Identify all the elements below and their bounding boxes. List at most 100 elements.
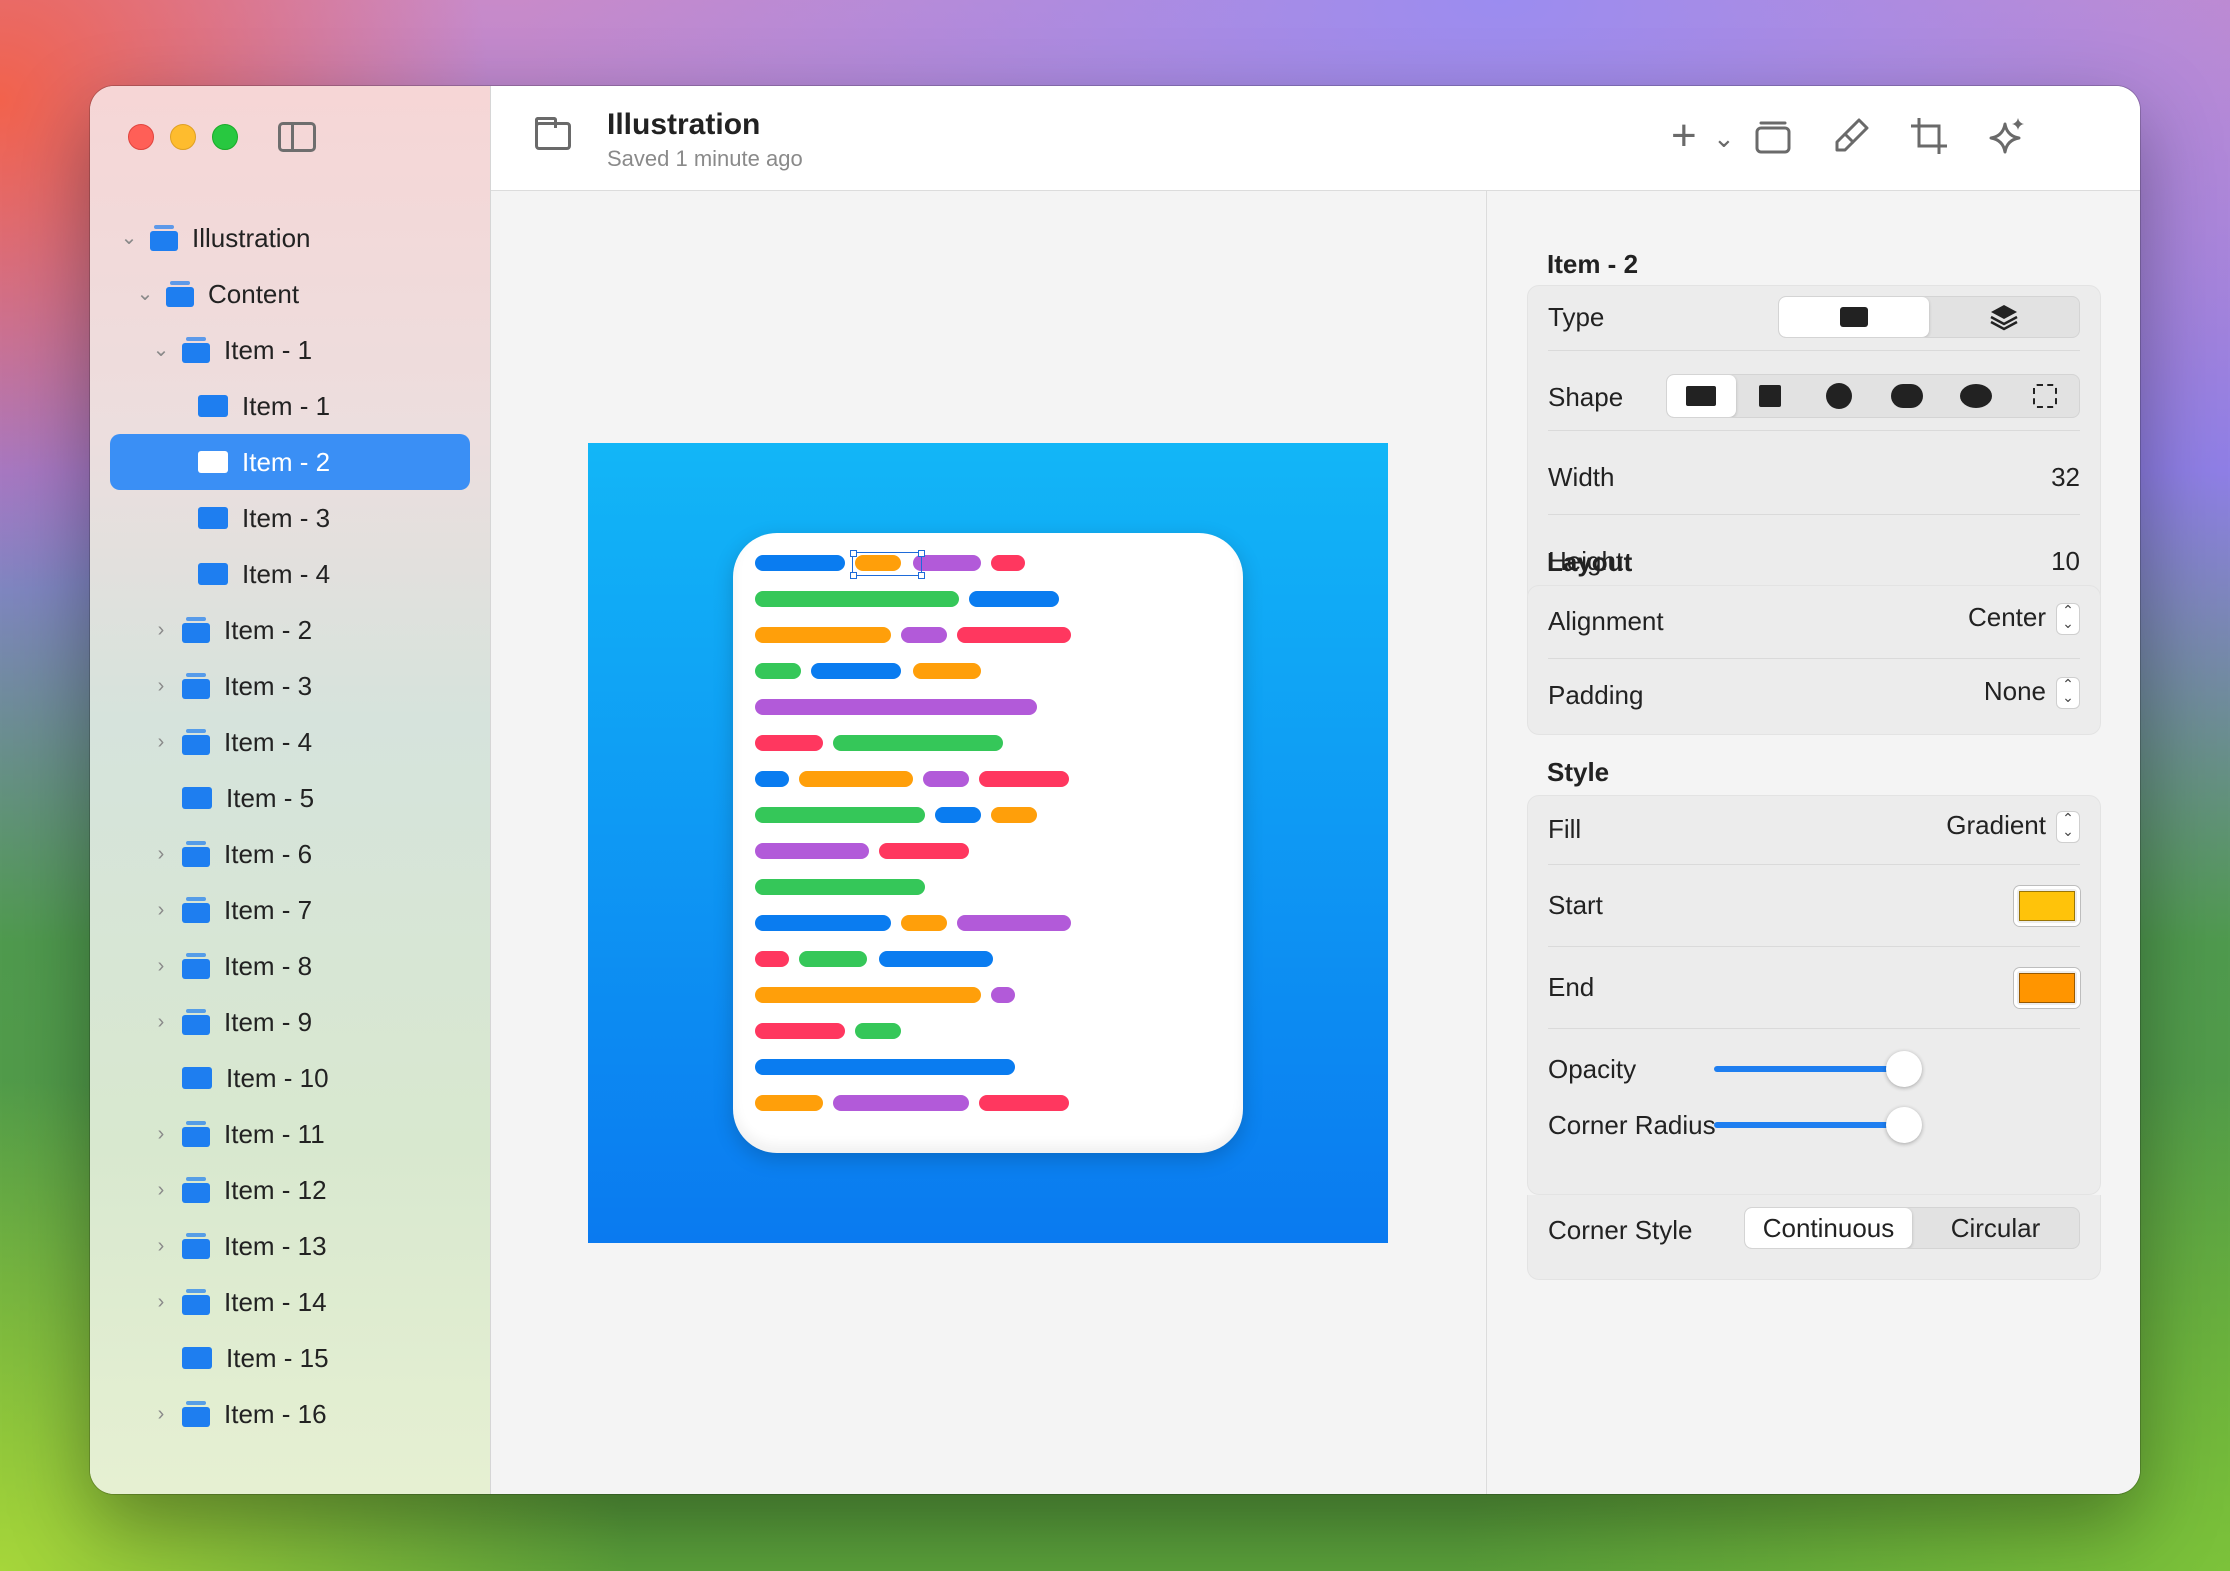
layer-row[interactable]: › Item - 13 — [110, 1218, 470, 1274]
layer-row[interactable]: › Item - 12 — [110, 1162, 470, 1218]
shape-capsule-option[interactable] — [1873, 375, 1942, 417]
resize-handle[interactable] — [850, 550, 857, 557]
layer-row[interactable]: › Item - 8 — [110, 938, 470, 994]
pill-shape[interactable] — [755, 735, 823, 751]
pill-shape[interactable] — [799, 951, 867, 967]
resize-handle[interactable] — [850, 572, 857, 579]
chevron-down-icon[interactable]: ⌄ — [1713, 116, 1735, 160]
pill-shape[interactable] — [957, 627, 1071, 643]
layer-row[interactable]: Item - 1 — [110, 378, 470, 434]
shape-circle-option[interactable] — [1804, 375, 1873, 417]
layer-row[interactable]: › Item - 14 — [110, 1274, 470, 1330]
pill-shape[interactable] — [969, 591, 1059, 607]
layer-row[interactable]: › Item - 9 — [110, 994, 470, 1050]
plus-icon[interactable]: + — [1671, 114, 1697, 158]
layer-row[interactable]: › Item - 4 — [110, 714, 470, 770]
sparkle-icon[interactable] — [1987, 116, 2027, 166]
padding-popup[interactable]: None ⌃ ⌄ — [1984, 676, 2080, 710]
pill-shape[interactable] — [879, 951, 993, 967]
disclosure-closed-icon[interactable]: › — [152, 1236, 170, 1256]
pill-shape[interactable] — [755, 771, 789, 787]
disclosure-closed-icon[interactable]: › — [152, 1124, 170, 1144]
pill-shape[interactable] — [755, 1059, 1015, 1075]
pill-shape[interactable] — [755, 1095, 823, 1111]
disclosure-closed-icon[interactable]: › — [152, 1404, 170, 1424]
start-color-well[interactable] — [2014, 886, 2080, 926]
disclosure-open-icon[interactable]: ⌄ — [136, 284, 154, 304]
disclosure-closed-icon[interactable]: › — [152, 900, 170, 920]
pill-shape[interactable] — [811, 663, 901, 679]
folder-icon[interactable] — [535, 117, 571, 150]
disclosure-open-icon[interactable]: ⌄ — [120, 228, 138, 248]
layer-row[interactable]: Item - 4 — [110, 546, 470, 602]
shape-none-option[interactable] — [2010, 375, 2079, 417]
disclosure-open-icon[interactable]: ⌄ — [152, 340, 170, 360]
sidebar-toggle-icon[interactable] — [278, 122, 316, 152]
pill-shape[interactable] — [755, 663, 801, 679]
pill-shape[interactable] — [833, 1095, 969, 1111]
corner-style-continuous[interactable]: Continuous — [1745, 1208, 1912, 1248]
pill-shape[interactable] — [901, 915, 947, 931]
pill-shape[interactable] — [833, 735, 1003, 751]
crop-icon[interactable] — [1909, 116, 1949, 166]
pill-shape[interactable] — [755, 627, 891, 643]
document-card[interactable] — [733, 533, 1243, 1153]
canvas[interactable] — [491, 191, 1485, 1494]
pill-shape[interactable] — [755, 987, 981, 1003]
disclosure-closed-icon[interactable]: › — [152, 620, 170, 640]
shape-square-option[interactable] — [1736, 375, 1805, 417]
pill-shape[interactable] — [755, 591, 959, 607]
disclosure-closed-icon[interactable]: › — [152, 956, 170, 976]
disclosure-closed-icon[interactable]: › — [152, 732, 170, 752]
pill-shape[interactable] — [991, 807, 1037, 823]
pill-shape[interactable] — [755, 1023, 845, 1039]
layer-row[interactable]: ⌄ Content — [110, 266, 470, 322]
pill-shape[interactable] — [755, 807, 925, 823]
shape-rectangle-option[interactable] — [1667, 375, 1736, 417]
selection-outline[interactable] — [850, 550, 925, 579]
pill-shape[interactable] — [755, 879, 925, 895]
pill-shape[interactable] — [979, 1095, 1069, 1111]
brush-icon[interactable] — [1831, 116, 1871, 166]
layer-row[interactable]: › Item - 11 — [110, 1106, 470, 1162]
layer-row[interactable]: Item - 2 — [110, 434, 470, 490]
layer-row[interactable]: Item - 5 — [110, 770, 470, 826]
pill-shape[interactable] — [799, 771, 913, 787]
disclosure-closed-icon[interactable]: › — [152, 1012, 170, 1032]
pill-shape[interactable] — [755, 843, 869, 859]
alignment-popup[interactable]: Center ⌃ ⌄ — [1968, 602, 2080, 636]
pill-shape[interactable] — [901, 627, 947, 643]
pill-shape[interactable] — [755, 699, 1037, 715]
type-single-option[interactable] — [1779, 297, 1929, 337]
close-button[interactable] — [128, 124, 154, 150]
pill-shape[interactable] — [957, 915, 1071, 931]
pill-shape[interactable] — [991, 987, 1015, 1003]
shape-ellipse-option[interactable] — [1942, 375, 2011, 417]
zoom-button[interactable] — [212, 124, 238, 150]
height-value[interactable]: 10 — [2051, 546, 2080, 577]
layer-row[interactable]: › Item - 3 — [110, 658, 470, 714]
pill-shape[interactable] — [913, 663, 981, 679]
layer-row[interactable]: ⌄ Illustration — [110, 210, 470, 266]
pill-shape[interactable] — [755, 555, 845, 571]
fill-popup[interactable]: Gradient ⌃ ⌄ — [1946, 810, 2080, 844]
type-group-option[interactable] — [1929, 297, 2079, 337]
corner-style-circular[interactable]: Circular — [1912, 1208, 2079, 1248]
layer-row[interactable]: › Item - 2 — [110, 602, 470, 658]
pill-shape[interactable] — [755, 951, 789, 967]
pill-shape[interactable] — [879, 843, 969, 859]
artboard[interactable] — [588, 443, 1388, 1243]
end-color-well[interactable] — [2014, 968, 2080, 1008]
disclosure-closed-icon[interactable]: › — [152, 1180, 170, 1200]
disclosure-closed-icon[interactable]: › — [152, 1292, 170, 1312]
resize-handle[interactable] — [918, 550, 925, 557]
disclosure-closed-icon[interactable]: › — [152, 676, 170, 696]
frame-icon[interactable] — [1753, 116, 1793, 166]
pill-shape[interactable] — [991, 555, 1025, 571]
pill-shape[interactable] — [755, 915, 891, 931]
layer-row[interactable]: › Item - 6 — [110, 826, 470, 882]
layer-row[interactable]: Item - 10 — [110, 1050, 470, 1106]
resize-handle[interactable] — [918, 572, 925, 579]
disclosure-closed-icon[interactable]: › — [152, 844, 170, 864]
pill-shape[interactable] — [913, 555, 981, 571]
